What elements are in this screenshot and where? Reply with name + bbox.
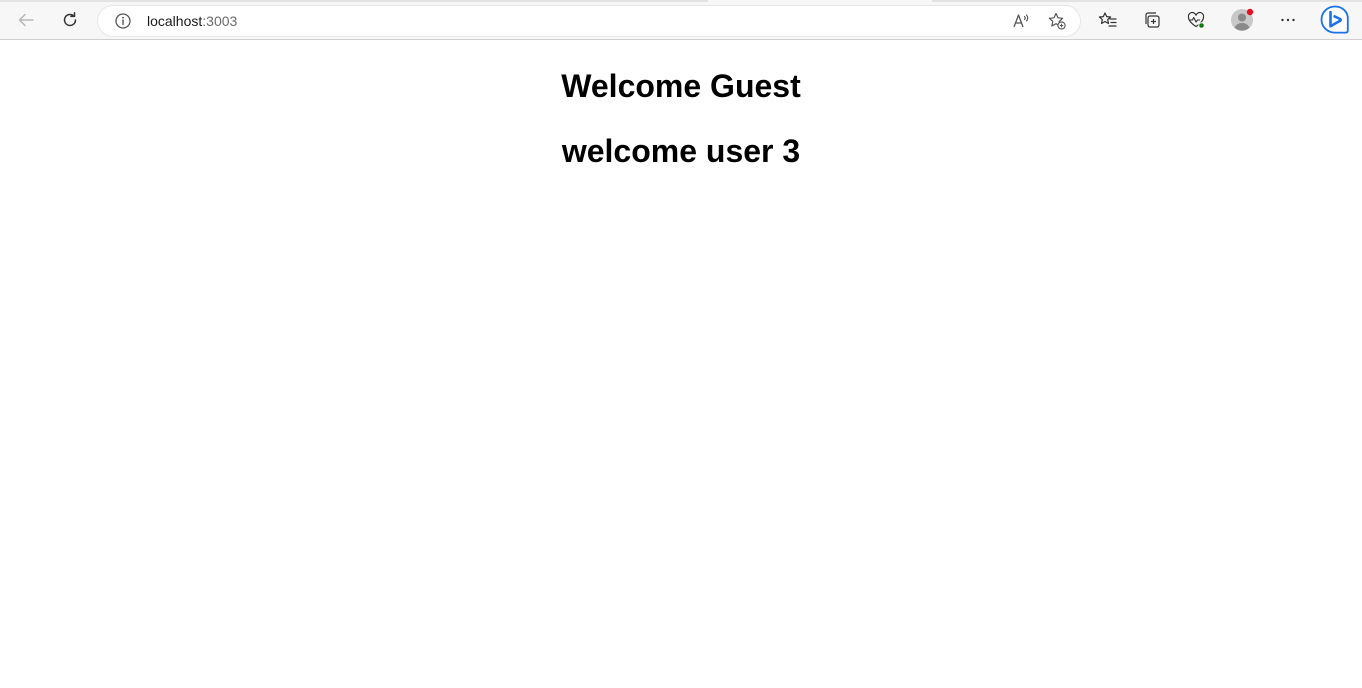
add-favorite-button[interactable]: [1045, 9, 1069, 33]
arrow-left-icon: [18, 13, 34, 27]
active-tab-indicator: [708, 0, 932, 2]
url-text[interactable]: localhost:3003: [147, 12, 237, 30]
read-aloud-icon: [1013, 14, 1029, 28]
refresh-button[interactable]: [56, 6, 84, 34]
read-aloud-button[interactable]: [1009, 9, 1033, 33]
address-bar[interactable]: localhost:3003: [98, 6, 1080, 36]
back-button[interactable]: [12, 6, 40, 34]
bing-icon: [1320, 5, 1349, 34]
bing-chat-button[interactable]: [1318, 3, 1352, 37]
performance-button[interactable]: [1182, 6, 1210, 34]
profile-button[interactable]: [1228, 6, 1256, 34]
refresh-icon: [63, 12, 77, 27]
favorites-icon: [1098, 12, 1117, 27]
url-port: :3003: [202, 13, 238, 29]
url-host: localhost: [147, 13, 203, 29]
page-content: Welcome Guest welcome user 3: [0, 41, 1362, 688]
browser-toolbar: localhost:3003: [0, 0, 1362, 40]
info-icon[interactable]: [114, 12, 132, 30]
collections-icon: [1145, 12, 1160, 28]
heartbeat-icon: [1187, 11, 1205, 29]
tabstrip-edge: [0, 0, 1362, 2]
welcome-user-heading: welcome user 3: [561, 133, 801, 169]
star-add-icon: [1048, 12, 1066, 30]
collections-button[interactable]: [1138, 6, 1166, 34]
welcome-guest-heading: Welcome Guest: [561, 68, 801, 104]
more-button[interactable]: [1274, 6, 1302, 34]
profile-avatar-icon: [1231, 8, 1254, 31]
more-icon: [1281, 18, 1295, 22]
favorites-button[interactable]: [1094, 6, 1122, 34]
